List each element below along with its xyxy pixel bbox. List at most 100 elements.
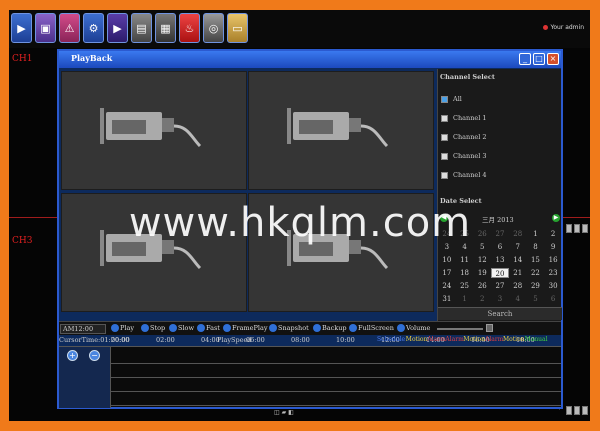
fullscreen-icon [349,324,357,332]
calendar-day[interactable]: 28 [509,281,527,291]
calendar-day[interactable]: 25 [456,281,474,291]
checkbox-icon [441,133,448,141]
frame-play-button[interactable]: FramePlay [223,324,268,332]
calendar-day[interactable]: 19 [473,268,491,278]
snapshot-label: Snapshot [278,324,309,332]
alarm-icon[interactable]: ⚠ [59,13,80,43]
checkbox-all[interactable]: All [441,95,462,103]
timeline-track[interactable]: + − [59,346,561,408]
checkbox-channel-1[interactable]: Channel 1 [441,114,487,122]
arrow-right-icon[interactable]: ▶ [11,13,32,43]
calendar-day[interactable]: 30 [544,281,562,291]
timeline-tick-label: 00:00 [111,336,130,344]
calendar-day[interactable]: 31 [438,294,456,304]
timeline-tick-label: 10:00 [336,336,355,344]
slow-icon [169,324,177,332]
playback-controls: AM12:00 Play Stop Slow Fast FramePlay Sn… [59,321,561,335]
calendar-day[interactable]: 20 [491,268,509,278]
fire-icon[interactable]: ♨ [179,13,200,43]
checkbox-icon [441,152,448,160]
calendar-day[interactable]: 22 [527,268,545,278]
volume-icon [397,324,405,332]
play-button[interactable]: Play [111,324,134,332]
timeline-row [111,405,561,406]
checkbox-channel-4[interactable]: Channel 4 [441,171,487,179]
zoom-out-icon[interactable]: − [89,350,100,361]
checkbox-channel-2[interactable]: Channel 2 [441,133,487,141]
volume-button[interactable]: Volume [397,324,430,332]
timeline-row [111,363,561,364]
camera-icon [100,108,202,148]
calendar-day[interactable]: 10 [438,255,456,265]
play-icon[interactable]: ▶ [107,13,128,43]
stop-icon [141,324,149,332]
fast-button[interactable]: Fast [197,324,220,332]
volume-label: Volume [406,324,431,332]
record-icon[interactable]: ▤ [131,13,152,43]
calendar-day[interactable]: 13 [491,255,509,265]
calendar-day[interactable]: 2 [473,294,491,304]
calendar-day[interactable]: 5 [527,294,545,304]
checkbox-label: Channel 4 [453,171,487,179]
calendar-day[interactable]: 16 [544,255,562,265]
backup-icon [313,324,321,332]
calendar-day[interactable]: 24 [438,281,456,291]
play-icon [111,324,119,332]
zoom-in-icon[interactable]: + [67,350,78,361]
calendar-day[interactable]: 29 [527,281,545,291]
calendar-day[interactable]: 14 [509,255,527,265]
volume-slider-handle[interactable] [486,324,493,332]
calendar-day[interactable]: 6 [544,294,562,304]
slow-button[interactable]: Slow [169,324,194,332]
calendar-day[interactable]: 4 [509,294,527,304]
fast-icon [197,324,205,332]
backup-label: Backup [322,324,347,332]
slow-label: Slow [178,324,195,332]
notepad-icon[interactable]: ▭ [227,13,248,43]
volume-slider[interactable] [437,328,483,330]
time-field[interactable]: AM12:00 [60,324,106,334]
backup-button[interactable]: Backup [313,324,347,332]
image-icon[interactable]: ▣ [35,13,56,43]
calendar-day[interactable]: 23 [544,268,562,278]
calendar-day[interactable]: 26 [473,281,491,291]
legend-item: Alarm [445,336,464,343]
stop-button[interactable]: Stop [141,324,165,332]
calendar-day[interactable]: 21 [509,268,527,278]
frame-play-icon [223,324,231,332]
status-icons: ◫ ▰ ◧ [274,409,294,416]
timeline-header: CursorTime:01:20:00 PlaySpeed 00:00 02:00… [59,336,561,346]
calendar-day[interactable]: 18 [456,268,474,278]
main-toolbar: ▶ ▣ ⚠ ⚙ ▶ ▤ ▦ ♨ ◎ ▭ Your admin [9,10,590,48]
film-icon[interactable]: ▦ [155,13,176,43]
calendar-day[interactable]: 1 [456,294,474,304]
maximize-icon[interactable]: □ [533,53,545,65]
video-pane[interactable] [61,71,247,190]
user-name: Your admin [550,24,584,31]
play-label: Play [120,324,134,332]
calendar-day[interactable]: 15 [527,255,545,265]
calendar-day[interactable]: 3 [491,294,509,304]
calendar-day[interactable]: 11 [456,255,474,265]
legend-item: Alarm [427,336,446,343]
calendar-day[interactable]: 17 [438,268,456,278]
hdd-icon[interactable]: ◎ [203,13,224,43]
timeline-tick-label: 02:00 [156,336,175,344]
title-bar: PlayBack _ □ × [59,51,561,68]
minimize-icon[interactable]: _ [519,53,531,65]
legend-item: Manual [524,336,548,343]
legend-item: Motion [503,336,525,343]
timeline-tick-label: 04:00 [201,336,220,344]
calendar-day[interactable]: 27 [491,281,509,291]
calendar-day[interactable]: 12 [473,255,491,265]
fullscreen-button[interactable]: FullScreen [349,324,394,332]
snapshot-button[interactable]: Snapshot [269,324,309,332]
channel-4-controls[interactable] [566,406,588,415]
fast-label: Fast [206,324,220,332]
close-icon[interactable]: × [547,53,559,65]
gear-icon[interactable]: ⚙ [83,13,104,43]
search-button[interactable]: Search [438,307,562,320]
checkbox-channel-3[interactable]: Channel 3 [441,152,487,160]
video-pane[interactable] [248,71,434,190]
snapshot-icon [269,324,277,332]
